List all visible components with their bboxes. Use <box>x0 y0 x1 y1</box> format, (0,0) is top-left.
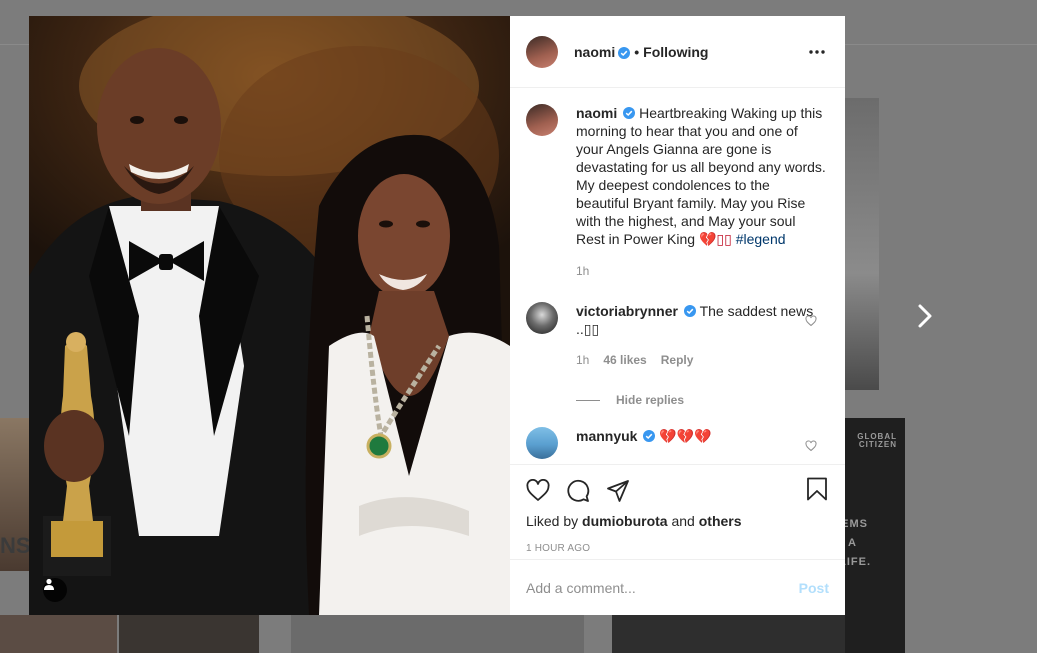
post-modal: naomi • Following naomi Heartbreaking Wa… <box>29 16 845 615</box>
avatar[interactable] <box>526 427 558 459</box>
heart-icon[interactable] <box>805 439 817 452</box>
verified-icon <box>643 428 656 442</box>
liked-by-others[interactable]: others <box>699 513 742 529</box>
bg-tile-text: CITIZEN <box>858 440 897 449</box>
comment-text: 💔💔💔 <box>659 428 712 444</box>
bg-feed-tile[interactable] <box>612 615 845 653</box>
verified-icon <box>623 105 636 119</box>
heart-icon[interactable] <box>526 478 550 503</box>
chevron-right-icon[interactable] <box>912 302 940 330</box>
divider <box>576 399 600 401</box>
post-comment-button[interactable]: Post <box>799 580 829 596</box>
caption-username[interactable]: naomi <box>576 105 617 121</box>
caption-text: Heartbreaking Waking up this morning to … <box>576 105 826 247</box>
hashtag-link[interactable]: #legend <box>736 231 786 247</box>
comment-username[interactable]: mannyuk <box>576 428 637 444</box>
avatar[interactable] <box>526 104 558 136</box>
bg-feed-tile[interactable]: GLOBAL CITIZEN EMS A LIFE. <box>845 418 905 653</box>
bookmark-icon[interactable] <box>805 477 829 501</box>
post-timestamp[interactable]: 1 HOUR AGO <box>526 543 829 554</box>
post-actions: Liked by dumioburota and others 1 HOUR A… <box>510 464 845 559</box>
caption-time[interactable]: 1h <box>576 262 589 280</box>
more-icon[interactable] <box>805 42 829 62</box>
verified-icon <box>683 303 696 317</box>
bg-feed-tile[interactable] <box>119 615 259 653</box>
liked-by-and: and <box>671 513 695 529</box>
caption-emoji: 💔▯▯ <box>698 231 732 247</box>
heart-icon[interactable] <box>805 314 817 327</box>
comment-icon[interactable] <box>566 479 590 503</box>
following-button[interactable]: Following <box>643 44 708 60</box>
bg-feed-tile[interactable] <box>845 98 879 390</box>
hide-replies-button[interactable]: Hide replies <box>576 393 829 407</box>
comment-input[interactable] <box>526 579 799 596</box>
liked-by-prefix: Liked by <box>526 513 579 529</box>
post-photo[interactable] <box>29 16 510 615</box>
bg-feed-tile[interactable] <box>291 615 584 653</box>
comment-likes[interactable]: 46 likes <box>603 351 646 369</box>
post-sidebar: naomi • Following naomi Heartbreaking Wa… <box>510 16 845 615</box>
share-icon[interactable] <box>606 479 630 503</box>
add-comment-bar: Post <box>510 559 845 615</box>
comment-time[interactable]: 1h <box>576 351 589 369</box>
bg-tile-text: LIFE. <box>845 556 871 568</box>
comment-row: victoriabrynner The saddest news ..▯▯ 1h… <box>526 302 829 369</box>
comments-list[interactable]: naomi Heartbreaking Waking up this morni… <box>510 88 845 464</box>
bg-tile-text: EMS <box>845 518 868 530</box>
verified-icon <box>618 46 631 59</box>
post-header: naomi • Following <box>510 16 845 88</box>
bg-tile-text: NST <box>0 533 29 558</box>
liked-by-line: Liked by dumioburota and others <box>526 513 829 529</box>
bg-feed-tile[interactable] <box>0 615 117 653</box>
reply-button[interactable]: Reply <box>661 351 694 369</box>
post-photo-illustration <box>29 16 510 615</box>
dot-separator: • <box>634 43 640 60</box>
liked-by-username[interactable]: dumioburota <box>582 513 668 529</box>
comment-row: mannyuk 💔💔💔 <box>526 427 829 459</box>
bg-tile-text: A <box>848 537 857 549</box>
avatar[interactable] <box>526 302 558 334</box>
user-tag-icon[interactable] <box>43 578 67 602</box>
comment-username[interactable]: victoriabrynner <box>576 303 678 319</box>
author-username[interactable]: naomi <box>574 44 615 60</box>
hide-replies-label: Hide replies <box>616 393 685 407</box>
bg-feed-tile[interactable]: NST <box>0 418 29 571</box>
avatar[interactable] <box>526 35 558 68</box>
caption-row: naomi Heartbreaking Waking up this morni… <box>526 104 829 280</box>
